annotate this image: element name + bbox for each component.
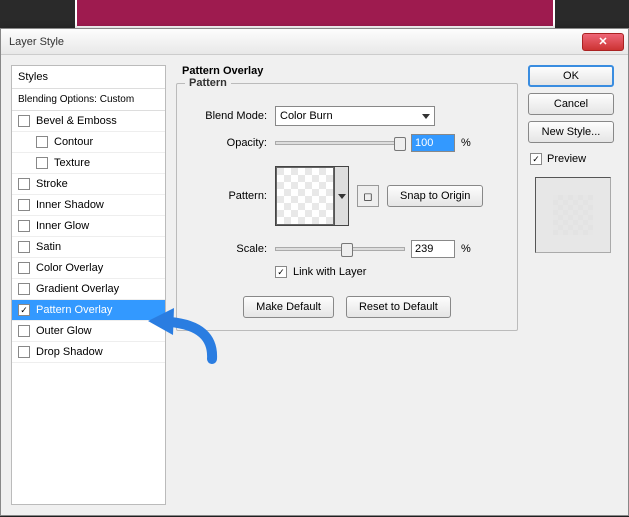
link-with-layer-checkbox[interactable] bbox=[275, 266, 287, 278]
scale-input[interactable] bbox=[411, 240, 455, 258]
preview-swatch bbox=[553, 195, 593, 235]
style-item-label: Contour bbox=[54, 136, 93, 148]
blending-options-item[interactable]: Blending Options: Custom bbox=[12, 89, 165, 111]
make-default-button[interactable]: Make Default bbox=[243, 296, 334, 318]
opacity-input[interactable] bbox=[411, 134, 455, 152]
close-icon: ✕ bbox=[598, 35, 607, 48]
cancel-button[interactable]: Cancel bbox=[528, 93, 614, 115]
layer-style-dialog: Layer Style ✕ Styles Blending Options: C… bbox=[0, 28, 629, 516]
style-item-drop-shadow[interactable]: Drop Shadow bbox=[12, 342, 165, 363]
snap-to-origin-button[interactable]: Snap to Origin bbox=[387, 185, 483, 207]
dialog-buttons: OK Cancel New Style... Preview bbox=[528, 65, 618, 505]
close-button[interactable]: ✕ bbox=[582, 33, 624, 51]
style-checkbox[interactable] bbox=[18, 346, 30, 358]
new-style-button[interactable]: New Style... bbox=[528, 121, 614, 143]
style-item-color-overlay[interactable]: Color Overlay bbox=[12, 258, 165, 279]
style-item-texture[interactable]: Texture bbox=[12, 153, 165, 174]
scale-slider[interactable] bbox=[275, 247, 405, 251]
preview-checkbox[interactable] bbox=[530, 153, 542, 165]
pattern-fieldset: Pattern Blend Mode: Color Burn Opacity: bbox=[176, 83, 518, 331]
style-checkbox[interactable] bbox=[36, 136, 48, 148]
scale-thumb[interactable] bbox=[341, 243, 353, 257]
blend-mode-value: Color Burn bbox=[280, 110, 333, 122]
chevron-down-icon bbox=[422, 114, 430, 119]
style-checkbox[interactable] bbox=[36, 157, 48, 169]
style-checkbox[interactable] bbox=[18, 325, 30, 337]
style-checkbox[interactable] bbox=[18, 178, 30, 190]
styles-header[interactable]: Styles bbox=[12, 66, 165, 89]
style-item-outer-glow[interactable]: Outer Glow bbox=[12, 321, 165, 342]
pattern-dropdown-button[interactable] bbox=[334, 167, 348, 225]
opacity-slider[interactable] bbox=[275, 141, 405, 145]
style-checkbox[interactable] bbox=[18, 241, 30, 253]
style-item-label: Inner Glow bbox=[36, 220, 89, 232]
settings-panel: Pattern Overlay Pattern Blend Mode: Colo… bbox=[176, 65, 518, 505]
style-item-label: Drop Shadow bbox=[36, 346, 103, 358]
style-item-bevel-emboss[interactable]: Bevel & Emboss bbox=[12, 111, 165, 132]
opacity-unit: % bbox=[461, 137, 471, 149]
create-pattern-button[interactable]: ◻ bbox=[357, 185, 379, 207]
style-item-label: Pattern Overlay bbox=[36, 304, 112, 316]
style-checkbox[interactable] bbox=[18, 199, 30, 211]
style-item-inner-glow[interactable]: Inner Glow bbox=[12, 216, 165, 237]
style-checkbox[interactable] bbox=[18, 115, 30, 127]
background-banner bbox=[75, 0, 555, 28]
chevron-down-icon bbox=[338, 194, 346, 199]
preview-label: Preview bbox=[547, 153, 586, 165]
style-checkbox[interactable] bbox=[18, 304, 30, 316]
style-item-inner-shadow[interactable]: Inner Shadow bbox=[12, 195, 165, 216]
style-item-gradient-overlay[interactable]: Gradient Overlay bbox=[12, 279, 165, 300]
scale-unit: % bbox=[461, 243, 471, 255]
fieldset-legend: Pattern bbox=[185, 77, 231, 89]
style-item-label: Satin bbox=[36, 241, 61, 253]
style-checkbox[interactable] bbox=[18, 262, 30, 274]
style-item-pattern-overlay[interactable]: Pattern Overlay bbox=[12, 300, 165, 321]
reset-to-default-button[interactable]: Reset to Default bbox=[346, 296, 451, 318]
blend-mode-label: Blend Mode: bbox=[189, 110, 267, 122]
styles-list: Styles Blending Options: Custom Bevel & … bbox=[11, 65, 166, 505]
style-checkbox[interactable] bbox=[18, 283, 30, 295]
dialog-title: Layer Style bbox=[9, 36, 64, 48]
pattern-label: Pattern: bbox=[189, 190, 267, 202]
preview-box bbox=[535, 177, 611, 253]
style-checkbox[interactable] bbox=[18, 220, 30, 232]
pattern-picker[interactable] bbox=[275, 166, 349, 226]
style-item-label: Color Overlay bbox=[36, 262, 103, 274]
style-item-label: Inner Shadow bbox=[36, 199, 104, 211]
style-item-label: Bevel & Emboss bbox=[36, 115, 117, 127]
style-item-stroke[interactable]: Stroke bbox=[12, 174, 165, 195]
style-item-label: Outer Glow bbox=[36, 325, 92, 337]
style-item-satin[interactable]: Satin bbox=[12, 237, 165, 258]
blend-mode-select[interactable]: Color Burn bbox=[275, 106, 435, 126]
style-item-contour[interactable]: Contour bbox=[12, 132, 165, 153]
style-item-label: Texture bbox=[54, 157, 90, 169]
scale-label: Scale: bbox=[189, 243, 267, 255]
pattern-swatch bbox=[276, 167, 334, 225]
section-title: Pattern Overlay bbox=[182, 65, 518, 77]
new-preset-icon: ◻ bbox=[363, 190, 372, 203]
opacity-label: Opacity: bbox=[189, 137, 267, 149]
opacity-thumb[interactable] bbox=[394, 137, 406, 151]
link-with-layer-label: Link with Layer bbox=[293, 266, 366, 278]
style-item-label: Gradient Overlay bbox=[36, 283, 119, 295]
ok-button[interactable]: OK bbox=[528, 65, 614, 87]
style-item-label: Stroke bbox=[36, 178, 68, 190]
titlebar: Layer Style ✕ bbox=[1, 29, 628, 55]
